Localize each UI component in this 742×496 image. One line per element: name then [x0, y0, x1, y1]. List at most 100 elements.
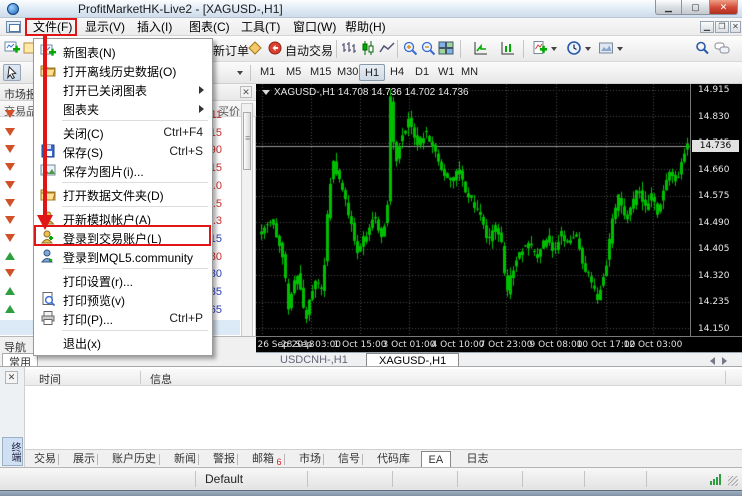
file-menu-item-4[interactable]: 关闭(C)Ctrl+F4 — [35, 123, 211, 142]
terminal-tab-10[interactable]: 日志 — [460, 451, 496, 468]
file-menu-item-14[interactable]: 退出(x) — [35, 333, 211, 352]
terminal-vertical-tab[interactable]: 终端 — [2, 437, 23, 466]
terminal-tab-5[interactable]: 邮箱 6 — [245, 451, 289, 468]
indicators-icon[interactable] — [532, 40, 548, 56]
menu-insert[interactable]: 插入(I) — [128, 19, 181, 35]
timeframe-m5[interactable]: M5 — [281, 64, 306, 81]
file-menu-item-10[interactable]: 登录到MQL5.community — [35, 247, 211, 266]
mailbox-badge: 6 — [274, 457, 282, 467]
templates-icon[interactable] — [598, 40, 614, 56]
zoom-out-icon[interactable] — [420, 40, 436, 56]
tab-separator — [198, 454, 199, 465]
menu-file[interactable]: 文件(F) — [24, 19, 81, 35]
menu-item-label: 打开离线历史数据(O) — [63, 63, 176, 80]
close-button[interactable]: ✕ — [709, 0, 738, 15]
file-menu-item-11[interactable]: 打印设置(r)... — [35, 271, 211, 290]
account-yellow-icon — [40, 210, 56, 226]
line-chart-mode-icon[interactable] — [379, 40, 395, 56]
metaeditor-icon[interactable] — [247, 40, 263, 56]
timeframe-h1[interactable]: H1 — [359, 64, 385, 81]
candlestick-mode-icon[interactable] — [360, 40, 376, 56]
indicators-dropdown-caret[interactable] — [551, 47, 557, 51]
chart-ohlc-header: XAGUSD-,H1 14.708 14.736 14.702 14.736 — [262, 87, 469, 98]
autotrading-icon[interactable] — [267, 40, 283, 56]
market-watch-close-icon[interactable]: ✕ — [240, 86, 252, 98]
timeframe-h4[interactable]: H4 — [385, 64, 409, 81]
file-menu-item-8[interactable]: 开新模拟帐户(A) — [35, 209, 211, 228]
open-folder-icon — [40, 62, 56, 78]
track-chart-icon[interactable] — [500, 40, 516, 56]
terminal-column-header: 时间 信息 — [25, 369, 742, 386]
chart-panel[interactable]: XAGUSD-,H1 14.708 14.736 14.702 14.736 1… — [256, 84, 742, 352]
child-minimize-button[interactable]: ▁ — [700, 21, 714, 33]
menu-help[interactable]: 帮助(H) — [336, 19, 395, 35]
menu-view[interactable]: 显示(V) — [76, 19, 134, 35]
child-close-button[interactable]: ✕ — [730, 21, 741, 33]
periods-dropdown-caret[interactable] — [585, 47, 591, 51]
new-order-button[interactable]: 新订单 — [213, 42, 249, 59]
tick-up-icon — [5, 287, 15, 295]
chart-window-icon[interactable] — [6, 21, 21, 33]
terminal-panel: ✕ 终端 时间 信息 交易展示账户历史新闻警报邮箱 6市场信号代码库EA日志 — [0, 366, 742, 467]
search-icon[interactable] — [694, 40, 710, 56]
file-menu-item-1[interactable]: 打开离线历史数据(O) — [35, 61, 211, 80]
menu-item-shortcut: Ctrl+F4 — [163, 125, 203, 139]
terminal-tab-9[interactable]: EA — [421, 451, 452, 468]
new-chart-icon[interactable] — [4, 40, 20, 56]
time-axis[interactable]: 26 Sep 201828 Sep 03:001 Oct 15:003 Oct … — [256, 336, 742, 352]
terminal-tab-8[interactable]: 代码库 — [370, 451, 417, 468]
title-bar: ProfitMarketHK-Live2 - [XAGUSD-,H1] — [0, 0, 742, 18]
file-menu-item-7[interactable]: 打开数据文件夹(D) — [35, 185, 211, 204]
save-picture-icon — [40, 162, 56, 178]
timeframe-d1[interactable]: D1 — [410, 64, 434, 81]
menu-separator — [62, 182, 208, 183]
file-menu-item-6[interactable]: 保存为图片(i)... — [35, 161, 211, 180]
column-message: 信息 — [150, 371, 172, 387]
menu-charts[interactable]: 图表(C) — [180, 19, 239, 35]
account-green-icon — [40, 229, 56, 245]
timeframe-m1[interactable]: M1 — [255, 64, 280, 81]
tab-scroll-right-icon[interactable] — [722, 357, 727, 365]
autotrading-button[interactable]: 自动交易 — [285, 42, 333, 59]
chart-collapse-icon[interactable] — [262, 90, 270, 95]
file-menu-item-0[interactable]: 新图表(N) — [35, 42, 211, 61]
candlestick-chart[interactable] — [256, 84, 690, 336]
resize-grip[interactable] — [728, 476, 738, 486]
zoom-in-icon[interactable] — [402, 40, 418, 56]
maximize-button[interactable]: ▢ — [682, 0, 709, 15]
periods-icon[interactable] — [566, 40, 582, 56]
file-menu-item-3[interactable]: 图表夹 — [35, 99, 211, 118]
file-menu-item-9[interactable]: 登录到交易账户(L) — [35, 228, 211, 247]
timeframe-mn[interactable]: MN — [456, 64, 483, 81]
price-tick-label: 14.490 — [698, 218, 730, 228]
bar-chart-mode-icon[interactable] — [341, 40, 357, 56]
child-restore-button[interactable]: ❐ — [715, 21, 729, 33]
profile-name[interactable]: Default — [205, 472, 243, 486]
menu-tools[interactable]: 工具(T) — [232, 19, 289, 35]
file-menu-item-5[interactable]: 保存(S)Ctrl+S — [35, 142, 211, 161]
tab-scroll-left-icon[interactable] — [710, 357, 715, 365]
menu-item-shortcut: Ctrl+P — [169, 311, 203, 325]
tick-down-icon — [5, 269, 15, 277]
terminal-tab-2[interactable]: 账户历史 — [105, 451, 163, 468]
tab-separator — [159, 454, 160, 465]
menu-item-label: 打印(P)... — [63, 311, 113, 328]
chat-icon[interactable] — [714, 40, 730, 56]
cursor-tool-icon[interactable] — [3, 64, 21, 81]
file-menu-item-12[interactable]: 打印预览(v) — [35, 290, 211, 309]
price-axis[interactable]: 14.91514.83014.74514.66014.57514.49014.4… — [690, 84, 742, 336]
tick-down-icon — [5, 181, 15, 189]
price-tick-label: 14.915 — [698, 85, 730, 95]
tick-down-icon — [5, 163, 15, 171]
minimize-button[interactable]: ▁ — [655, 0, 682, 15]
auto-arrange-icon[interactable] — [473, 40, 489, 56]
terminal-close-icon[interactable]: ✕ — [5, 371, 18, 384]
file-menu-item-2[interactable]: 打开已关闭图表 — [35, 80, 211, 99]
menu-item-label: 保存为图片(i)... — [63, 163, 144, 180]
templates-dropdown-caret[interactable] — [617, 47, 623, 51]
file-menu-item-13[interactable]: 打印(P)... Ctrl+P — [35, 309, 211, 328]
tile-windows-icon[interactable] — [438, 40, 454, 56]
arrows-dropdown-caret[interactable] — [237, 71, 243, 75]
menu-item-label: 登录到MQL5.community — [63, 249, 193, 266]
scrollbar-thumb[interactable] — [243, 112, 251, 170]
